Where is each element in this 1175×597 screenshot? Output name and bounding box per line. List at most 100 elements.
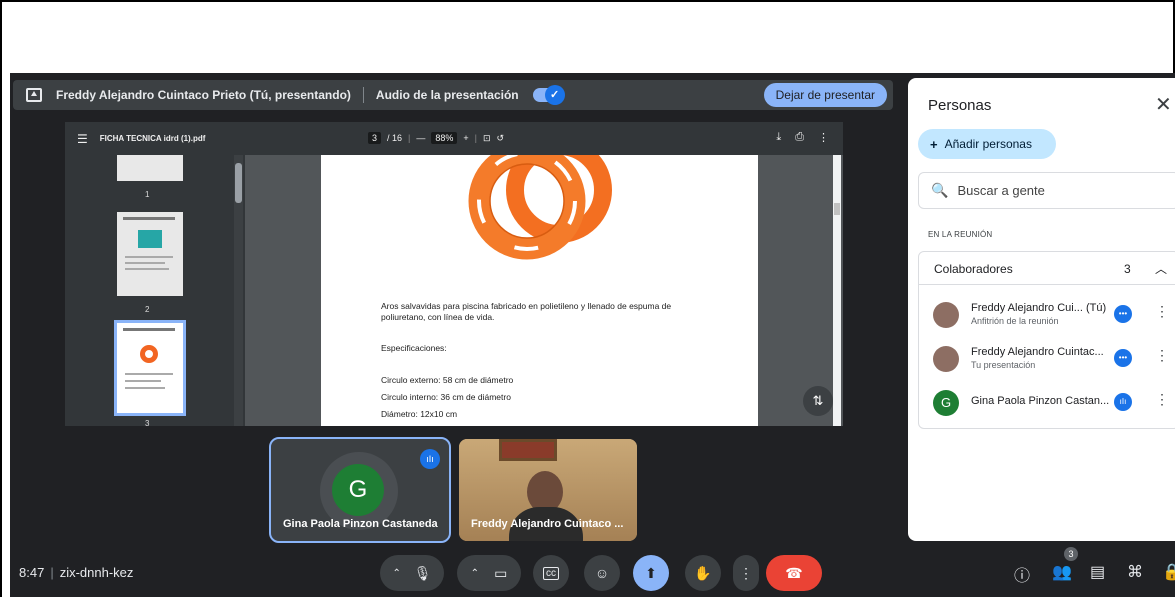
camera-control[interactable]: ⌃ ▭ bbox=[457, 555, 521, 591]
info-icon[interactable]: ⓘ bbox=[1014, 562, 1030, 586]
wall-painting bbox=[499, 439, 557, 461]
meeting-code: zix-dnnh-kez bbox=[59, 565, 134, 580]
pdf-toolbar: ☰ FICHA TECNICA idrd (1).pdf 3 / 16 | — … bbox=[65, 122, 843, 155]
people-icon[interactable]: 👥 bbox=[1052, 562, 1072, 582]
more-vert-icon: ⋮ bbox=[739, 564, 753, 581]
divider: | bbox=[474, 133, 477, 143]
participant-name: Gina Paola Pinzon Castan... bbox=[971, 395, 1110, 407]
search-input[interactable]: 🔍 Buscar a gente bbox=[918, 172, 1175, 209]
chevron-up-icon[interactable]: ︿ bbox=[1155, 260, 1167, 277]
participant-name: Freddy Alejandro Cui... (Tú) bbox=[971, 302, 1107, 314]
chat-icon[interactable]: ▤ bbox=[1090, 562, 1105, 582]
page-thumbnail-active[interactable] bbox=[114, 320, 186, 416]
rotate-icon[interactable]: ↺ bbox=[497, 133, 505, 144]
raise-hand-button[interactable]: ✋ bbox=[685, 555, 721, 591]
participant-role: Tu presentación bbox=[971, 360, 1036, 370]
speaking-indicator-icon: ıIı bbox=[1114, 393, 1132, 411]
clock-time: 8:47 bbox=[19, 565, 45, 580]
collaborators-group: Colaboradores 3 ︿ Freddy Alejandro Cui..… bbox=[918, 251, 1175, 429]
menu-icon[interactable]: ☰ bbox=[77, 132, 88, 146]
activities-icon[interactable]: ⌘ bbox=[1127, 562, 1143, 582]
emoji-icon: ☺ bbox=[594, 565, 610, 581]
zoom-input[interactable]: 88% bbox=[431, 132, 458, 144]
chevron-up-icon[interactable]: ⌃ bbox=[392, 568, 400, 579]
participant-role: Anfitrión de la reunión bbox=[971, 316, 1059, 326]
avatar bbox=[933, 346, 959, 372]
present-screen-icon: ⬆ bbox=[645, 564, 657, 581]
audio-label: Audio de la presentación bbox=[375, 88, 519, 102]
participant-row[interactable]: Freddy Alejandro Cui... (Tú) Anfitrión d… bbox=[919, 292, 1175, 334]
page-scrollbar[interactable] bbox=[833, 155, 841, 426]
avatar: G bbox=[933, 390, 959, 416]
more-vert-icon[interactable]: ⋮ bbox=[1155, 303, 1169, 320]
group-count: 3 bbox=[1124, 262, 1131, 276]
page-specs-title: Especificaciones: bbox=[381, 343, 447, 353]
download-icon[interactable]: ⤓ bbox=[776, 131, 781, 144]
print-icon[interactable]: ⎙ bbox=[795, 131, 804, 144]
people-count-badge: 3 bbox=[1064, 547, 1078, 561]
more-options-button[interactable]: ⋮ bbox=[733, 555, 759, 591]
page-spec: Diámetro: 12x10 cm bbox=[381, 409, 458, 419]
section-label: EN LA REUNIÓN bbox=[928, 230, 993, 239]
microphone-icon[interactable]: 🎙 bbox=[414, 565, 432, 582]
presenter-label: Freddy Alejandro Cuintaco Prieto (Tú, pr… bbox=[56, 88, 351, 102]
add-people-button[interactable]: + Añadir personas bbox=[918, 129, 1056, 159]
avatar: G bbox=[332, 464, 384, 516]
captions-icon: cc bbox=[543, 566, 559, 580]
group-header[interactable]: Colaboradores 3 ︿ bbox=[919, 252, 1175, 285]
page-total: / 16 bbox=[387, 133, 403, 143]
camera-icon[interactable]: ▭ bbox=[494, 565, 507, 582]
page-thumbnail[interactable] bbox=[117, 212, 183, 296]
thumbnail-sidebar: 1 2 3 bbox=[65, 155, 245, 426]
participant-name: Freddy Alejandro Cuintac... bbox=[971, 346, 1104, 358]
check-icon: ✓ bbox=[544, 85, 565, 105]
close-icon[interactable]: ✕ bbox=[1155, 92, 1172, 117]
avatar bbox=[933, 302, 959, 328]
participant-row[interactable]: G Gina Paola Pinzon Castan... ıIı ⋮ bbox=[919, 380, 1175, 422]
captions-button[interactable]: cc bbox=[533, 555, 569, 591]
fit-page-icon[interactable]: ⊡ bbox=[483, 133, 491, 144]
page-input[interactable]: 3 bbox=[368, 132, 382, 144]
zoom-out-button[interactable]: — bbox=[416, 133, 425, 143]
lifebuoy-image bbox=[468, 155, 612, 260]
more-vert-icon[interactable]: ⋮ bbox=[1155, 391, 1169, 408]
pdf-file-name: FICHA TECNICA idrd (1).pdf bbox=[99, 134, 206, 143]
people-panel: Personas ✕ + Añadir personas 🔍 Buscar a … bbox=[908, 78, 1175, 541]
present-button[interactable]: ⬆ bbox=[633, 555, 669, 591]
page-description: Aros salvavidas para piscina fabricado e… bbox=[381, 301, 672, 322]
more-vert-icon[interactable]: ⋮ bbox=[818, 131, 829, 144]
end-call-button[interactable]: ☎ bbox=[766, 555, 822, 591]
divider bbox=[362, 87, 364, 103]
meeting-info: 8:47 | zix-dnnh-kez bbox=[19, 565, 134, 580]
zoom-in-button[interactable]: + bbox=[463, 133, 468, 143]
search-icon: 🔍 bbox=[931, 182, 949, 198]
pdf-page: Aros salvavidas para piscina fabricado e… bbox=[321, 155, 758, 426]
pdf-actions: ⤓ ⎙ ⋮ bbox=[776, 131, 829, 144]
speaking-indicator-icon: ıIı bbox=[420, 449, 440, 469]
scroll-sync-button[interactable]: ⇅ bbox=[803, 386, 833, 416]
more-actions-icon[interactable]: ••• bbox=[1114, 349, 1132, 367]
chevron-up-icon[interactable]: ⌃ bbox=[471, 568, 479, 579]
participant-row[interactable]: Freddy Alejandro Cuintac... Tu presentac… bbox=[919, 336, 1175, 378]
more-vert-icon[interactable]: ⋮ bbox=[1155, 347, 1169, 364]
stop-presenting-button[interactable]: Dejar de presentar bbox=[763, 83, 887, 107]
audio-toggle[interactable]: ✓ bbox=[532, 85, 565, 105]
page-thumbnail[interactable] bbox=[117, 155, 183, 181]
participant-tile[interactable]: Freddy Alejandro Cuintaco ... bbox=[459, 439, 637, 541]
participant-name: Freddy Alejandro Cuintaco ... bbox=[471, 518, 624, 530]
lock-icon[interactable]: 🔒 bbox=[1162, 562, 1175, 582]
page-controls: 3 / 16 | — 88% + | ⊡ ↺ bbox=[368, 132, 504, 144]
participant-name: Gina Paola Pinzon Castaneda bbox=[283, 518, 438, 530]
presenting-bar: Freddy Alejandro Cuintaco Prieto (Tú, pr… bbox=[13, 80, 893, 110]
mic-control[interactable]: ⌃ 🎙 bbox=[380, 555, 444, 591]
hang-up-icon: ☎ bbox=[785, 564, 803, 581]
add-person-icon: + bbox=[930, 136, 938, 152]
participant-tile[interactable]: G ıIı Gina Paola Pinzon Castaneda bbox=[269, 437, 451, 543]
thumbnail-number: 1 bbox=[145, 190, 150, 199]
thumbnail-scrollbar[interactable] bbox=[234, 155, 243, 426]
add-people-label: Añadir personas bbox=[944, 137, 1032, 151]
search-placeholder: Buscar a gente bbox=[957, 183, 1045, 198]
present-screen-icon bbox=[26, 88, 42, 102]
emoji-button[interactable]: ☺ bbox=[584, 555, 620, 591]
more-actions-icon[interactable]: ••• bbox=[1114, 305, 1132, 323]
